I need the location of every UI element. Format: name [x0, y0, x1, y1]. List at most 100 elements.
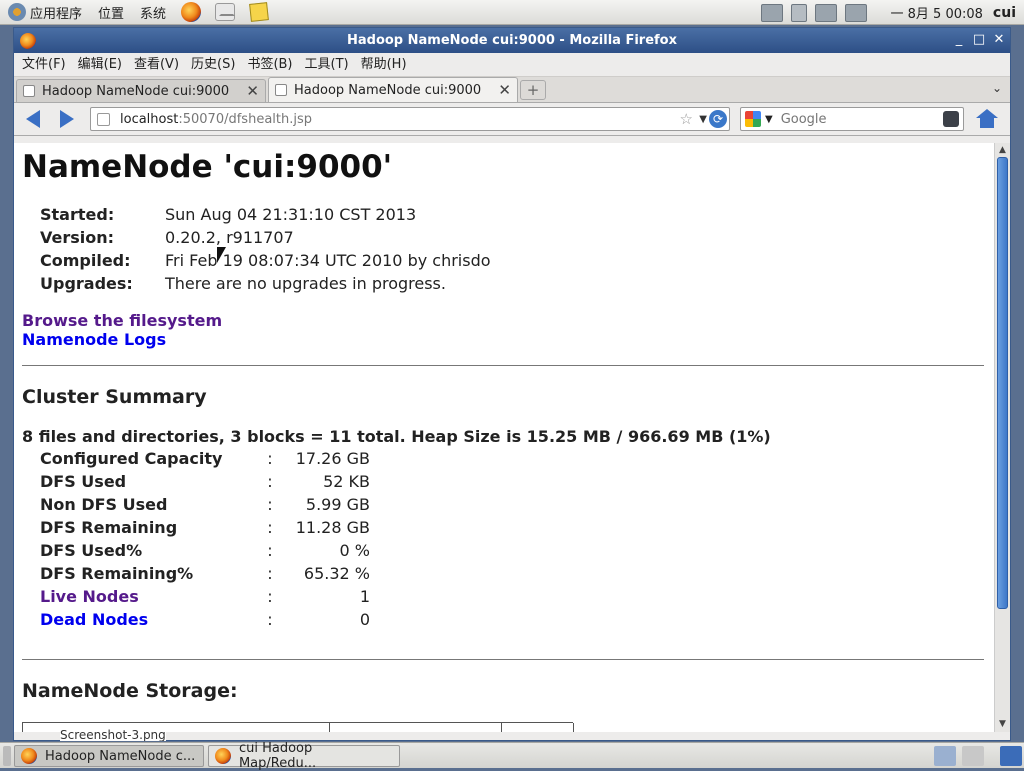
minimize-button[interactable]: _	[950, 32, 968, 48]
cs-sep: :	[267, 564, 273, 583]
close-window-button[interactable]: ✕	[990, 32, 1008, 48]
taskbar-item-firefox-mapreduce[interactable]: cui Hadoop Map/Redu...	[208, 741, 400, 771]
firefox-launcher[interactable]	[179, 1, 203, 23]
tab-list-chevron-down-icon[interactable]: ⌄	[992, 81, 1002, 95]
menu-history[interactable]: 历史(S)	[185, 54, 241, 76]
site-identity-icon[interactable]	[97, 112, 110, 126]
search-go-icon[interactable]	[943, 111, 959, 127]
taskbar-item-firefox-namenode[interactable]: Hadoop NameNode c...	[14, 745, 204, 767]
cs-key: Configured Capacity	[40, 449, 223, 468]
table-row: Live Nodes: 1	[40, 585, 370, 608]
places-menu-label: 位置	[98, 6, 125, 22]
new-tab-button[interactable]: +	[520, 80, 546, 100]
table-row: DFS Remaining: 11.28 GB	[40, 516, 370, 539]
scroll-down-icon[interactable]: ▼	[996, 718, 1009, 731]
page-title: NameNode 'cui:9000'	[22, 149, 393, 185]
table-column-border	[573, 723, 574, 732]
namenode-logs-link[interactable]: Namenode Logs	[22, 330, 994, 349]
url-bar[interactable]: localhost:50070/dfshealth.jsp ☆ ▼ ⟳	[90, 107, 730, 131]
places-menu[interactable]: 位置	[90, 0, 132, 25]
cs-sep: :	[267, 495, 273, 514]
table-row: Non DFS Used: 5.99 GB	[40, 493, 370, 516]
system-menu[interactable]: 系统	[132, 0, 174, 25]
cs-value: 52 KB	[323, 472, 370, 491]
network-tray-icon[interactable]	[760, 3, 783, 22]
window-title: Hadoop NameNode cui:9000 - Mozilla Firef…	[346, 33, 677, 48]
workspace-2[interactable]	[962, 746, 984, 766]
info-value: 0.20.2, r911707	[165, 228, 294, 247]
dead-nodes-link[interactable]: Dead Nodes	[40, 610, 148, 629]
window-titlebar[interactable]: Hadoop NameNode cui:9000 - Mozilla Firef…	[14, 28, 1010, 53]
info-row-upgrades: Upgrades: There are no upgrades in progre…	[40, 272, 491, 295]
url-history-chevron-down-icon[interactable]: ▼	[699, 114, 707, 125]
cs-value: 1	[359, 587, 370, 606]
volume-tray-icon[interactable]	[790, 3, 807, 22]
maximize-button[interactable]: □	[970, 32, 988, 48]
menu-bookmarks[interactable]: 书签(B)	[241, 54, 298, 76]
tab-1[interactable]: Hadoop NameNode cui:9000 ✕	[16, 79, 266, 102]
tab-close-icon[interactable]: ✕	[246, 82, 259, 100]
task-label: cui Hadoop Map/Redu...	[238, 741, 317, 771]
cs-key: DFS Remaining%	[40, 564, 194, 583]
menu-help[interactable]: 帮助(H)	[355, 54, 413, 76]
cs-value: 65.32 %	[303, 564, 370, 583]
info-value: There are no upgrades in progress.	[165, 274, 446, 293]
vertical-scrollbar[interactable]: ▲ ▼	[994, 143, 1010, 732]
scroll-up-icon[interactable]: ▲	[996, 144, 1009, 157]
menu-view[interactable]: 查看(V)	[128, 54, 185, 76]
firefox-icon	[181, 2, 202, 22]
menu-file[interactable]: 文件(F)	[16, 54, 72, 76]
mail-launcher[interactable]	[213, 1, 237, 23]
screenshot-tooltip: Screenshot-3.png	[60, 729, 166, 741]
menu-edit[interactable]: 编辑(E)	[72, 54, 128, 76]
url-path: :50070/dfshealth.jsp	[178, 111, 312, 127]
cs-sep: :	[267, 587, 273, 606]
info-key: Version:	[40, 228, 115, 247]
cs-sep: :	[267, 472, 273, 491]
applications-menu[interactable]: 应用程序	[0, 0, 90, 25]
scrollbar-thumb[interactable]	[997, 157, 1008, 609]
back-button[interactable]	[18, 106, 48, 132]
username[interactable]: cui	[993, 5, 1016, 21]
table-row: DFS Remaining%: 65.32 %	[40, 562, 370, 585]
bookmark-star-icon[interactable]: ☆	[680, 110, 693, 128]
search-bar[interactable]: ▼	[740, 107, 964, 131]
display-tray-icon[interactable]	[814, 3, 837, 22]
info-key: Upgrades:	[40, 274, 133, 293]
clock[interactable]: 一 8月 5 00:08	[891, 3, 983, 22]
tab-label: Hadoop NameNode cui:9000	[42, 83, 230, 99]
notes-launcher[interactable]	[247, 1, 271, 23]
browse-filesystem-link[interactable]: Browse the filesystem	[22, 311, 994, 330]
task-label: Hadoop NameNode c...	[45, 748, 196, 764]
firefox-window: Hadoop NameNode cui:9000 - Mozilla Firef…	[13, 27, 1011, 741]
mouse-cursor-icon	[217, 247, 226, 263]
page-favicon-icon	[23, 85, 35, 97]
home-icon[interactable]	[976, 109, 998, 129]
tab-bar: Hadoop NameNode cui:9000 ✕ Hadoop NameNo…	[14, 77, 1010, 103]
cs-sep: :	[267, 518, 273, 537]
live-nodes-link[interactable]: Live Nodes	[40, 587, 139, 606]
google-engine-icon[interactable]	[745, 111, 761, 127]
reload-icon[interactable]: ⟳	[709, 110, 727, 128]
trash-icon[interactable]	[1000, 746, 1022, 766]
tab-close-icon[interactable]: ✕	[498, 81, 511, 99]
cs-value: 11.28 GB	[295, 518, 370, 537]
tab-2[interactable]: Hadoop NameNode cui:9000 ✕	[268, 77, 518, 102]
workspace-1[interactable]	[934, 746, 956, 766]
top-panel: 应用程序 位置 系统 一 8月 5 00:08 cui	[0, 0, 1024, 25]
menu-tools[interactable]: 工具(T)	[299, 54, 355, 76]
show-desktop-handle[interactable]	[3, 746, 11, 766]
firefox-icon	[215, 748, 231, 764]
cs-key: DFS Remaining	[40, 518, 178, 537]
info-key: Started:	[40, 205, 115, 224]
network-manager-tray-icon[interactable]	[844, 3, 867, 22]
applications-menu-label: 应用程序	[30, 6, 83, 22]
info-row-compiled: Compiled: Fri Feb 19 08:07:34 UTC 2010 by…	[40, 249, 491, 272]
info-value: Fri Feb 19 08:07:34 UTC 2010 by chrisdo	[165, 251, 491, 270]
url-host: localhost	[120, 111, 179, 127]
search-input[interactable]	[780, 111, 931, 127]
cs-key: Non DFS Used	[40, 495, 168, 514]
engine-chevron-down-icon[interactable]: ▼	[765, 114, 773, 125]
info-value: Sun Aug 04 21:31:10 CST 2013	[165, 205, 417, 224]
forward-button[interactable]	[52, 106, 82, 132]
